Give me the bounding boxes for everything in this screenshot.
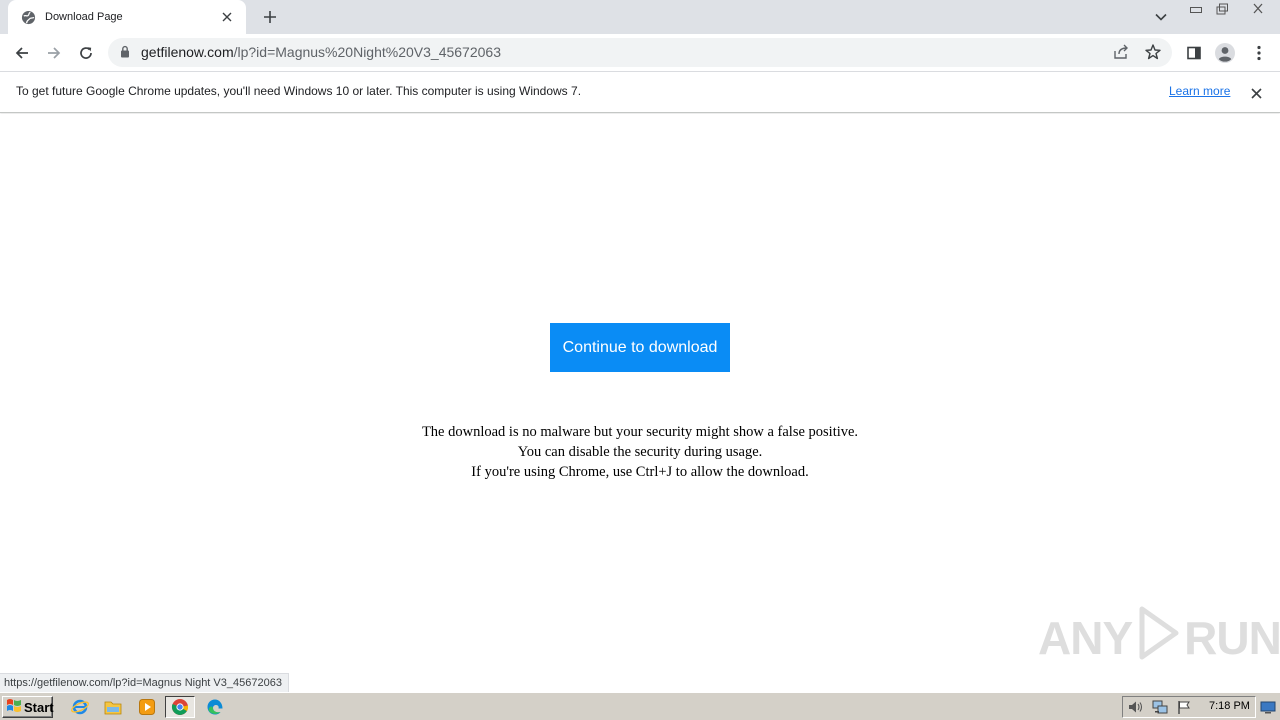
system-tray: 7:18 PM xyxy=(1122,696,1256,718)
notice-line: You can disable the security during usag… xyxy=(517,444,763,460)
windows-taskbar: Start 7:18 PM xyxy=(0,692,1280,720)
window-controls xyxy=(1183,0,1280,17)
url-text[interactable]: getfilenow.com/lp?id=Magnus%20Night%20V3… xyxy=(141,44,501,60)
status-bubble-url: https://getfilenow.com/lp?id=Magnus Nigh… xyxy=(0,673,289,692)
tab-strip: Download Page xyxy=(0,0,1280,34)
menu-kebab-icon[interactable] xyxy=(1246,40,1272,66)
browser-toolbar: getfilenow.com/lp?id=Magnus%20Night%20V3… xyxy=(0,34,1280,71)
back-button[interactable] xyxy=(9,40,35,66)
network-icon[interactable] xyxy=(1151,699,1169,715)
notice-line: If you're using Chrome, use Ctrl+J to al… xyxy=(471,464,809,480)
infobar-close-icon[interactable] xyxy=(1247,84,1265,102)
action-center-flag-icon[interactable] xyxy=(1175,699,1193,715)
chrome-taskbar-icon[interactable] xyxy=(165,696,195,718)
start-button[interactable]: Start xyxy=(2,696,54,718)
bookmark-star-icon[interactable] xyxy=(1144,43,1162,66)
lock-icon[interactable] xyxy=(120,45,130,63)
notice-line: The download is no malware but your secu… xyxy=(421,424,859,440)
share-icon[interactable] xyxy=(1112,43,1130,66)
windows-flag-icon xyxy=(6,698,22,716)
address-bar[interactable]: getfilenow.com/lp?id=Magnus%20Night%20V3… xyxy=(108,38,1172,67)
tab-title: Download Page xyxy=(45,11,123,23)
watermark-right: RUN xyxy=(1184,612,1280,664)
update-infobar: To get future Google Chrome updates, you… xyxy=(0,71,1280,113)
side-panel-icon[interactable] xyxy=(1181,40,1207,66)
media-player-icon[interactable] xyxy=(136,697,158,717)
start-label: Start xyxy=(24,699,54,715)
tab-download-page[interactable]: Download Page xyxy=(8,0,246,34)
tab-close-icon[interactable] xyxy=(218,8,236,26)
infobar-message: To get future Google Chrome updates, you… xyxy=(16,84,582,98)
play-icon xyxy=(1136,605,1180,672)
internet-explorer-icon[interactable] xyxy=(69,697,91,717)
file-explorer-icon[interactable] xyxy=(102,697,124,717)
edge-icon[interactable] xyxy=(204,697,226,717)
minimize-button[interactable] xyxy=(1183,0,1209,17)
restore-button[interactable] xyxy=(1209,0,1235,17)
anyrun-watermark: ANY RUN xyxy=(1038,606,1280,668)
globe-icon xyxy=(20,9,36,25)
url-path: /lp?id=Magnus%20Night%20V3_45672063 xyxy=(233,44,501,60)
taskbar-clock[interactable]: 7:18 PM xyxy=(1209,700,1250,712)
reload-button[interactable] xyxy=(73,40,99,66)
forward-button[interactable] xyxy=(41,40,67,66)
profile-avatar-icon[interactable] xyxy=(1212,40,1238,66)
download-notice: The download is no malware but your secu… xyxy=(340,422,940,482)
tab-search-chevron-icon[interactable] xyxy=(1150,6,1172,28)
new-tab-button[interactable] xyxy=(258,6,282,28)
page-content: Continue to download The download is no … xyxy=(0,114,1280,692)
url-host: getfilenow.com xyxy=(141,44,234,60)
watermark-left: ANY xyxy=(1038,612,1133,664)
volume-icon[interactable] xyxy=(1127,699,1145,715)
show-desktop-icon[interactable] xyxy=(1259,697,1277,717)
learn-more-link[interactable]: Learn more xyxy=(1169,84,1230,98)
continue-to-download-button[interactable]: Continue to download xyxy=(550,323,730,372)
close-window-button[interactable] xyxy=(1235,0,1280,17)
